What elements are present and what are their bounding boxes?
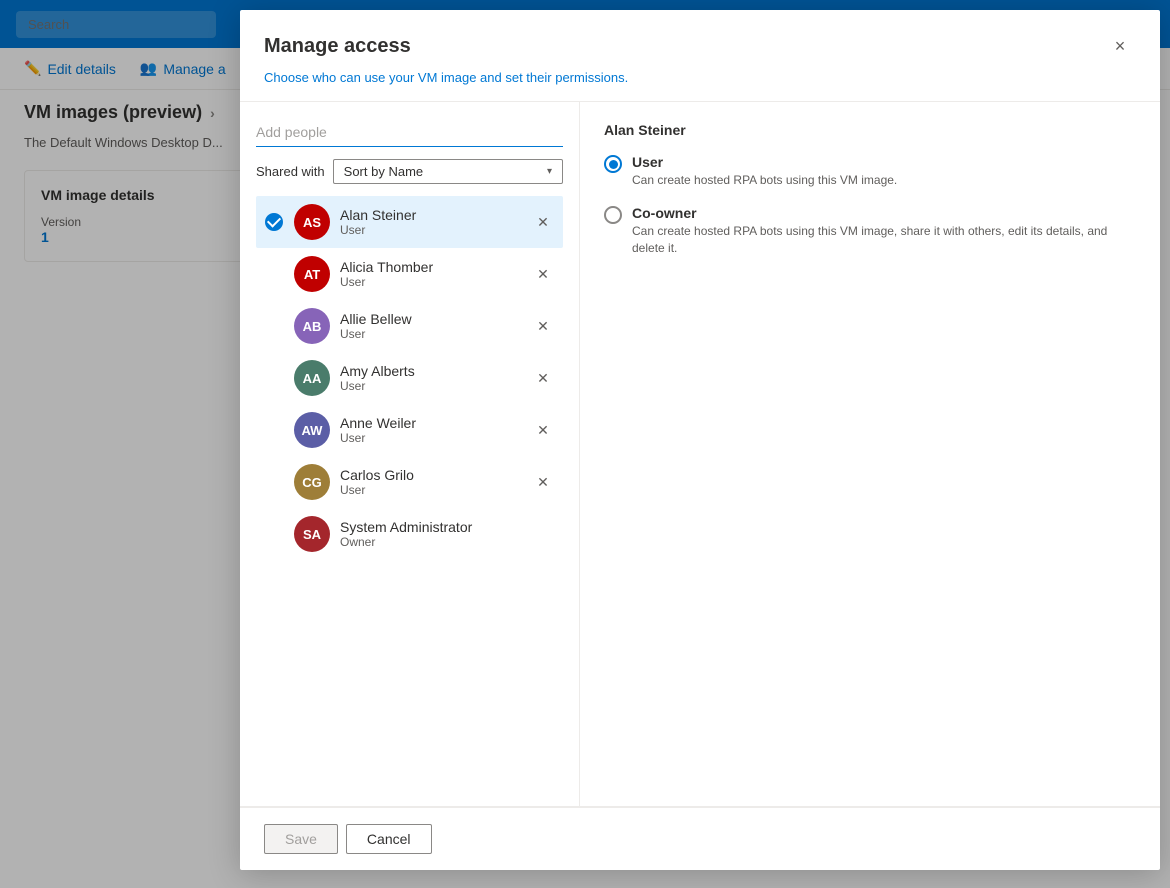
dialog-header: Manage access ×: [240, 10, 1160, 70]
person-role: User: [340, 275, 529, 289]
person-info: Alan SteinerUser: [340, 207, 529, 237]
permission-option[interactable]: Co-owner Can create hosted RPA bots using…: [604, 205, 1136, 257]
avatar: SA: [294, 516, 330, 552]
permission-description: Can create hosted RPA bots using this VM…: [632, 223, 1136, 257]
avatar: CG: [294, 464, 330, 500]
remove-person-button[interactable]: ✕: [529, 468, 557, 496]
person-item[interactable]: SA System AdministratorOwner: [256, 508, 563, 560]
person-info: Alicia ThomberUser: [340, 259, 529, 289]
chevron-down-icon: ▾: [547, 166, 552, 177]
dialog-body: Shared with Sort by Name ▾ AS Alan Steine…: [240, 102, 1160, 806]
selected-person-name: Alan Steiner: [604, 122, 1136, 138]
save-button: Save: [264, 824, 338, 854]
permission-label: User: [632, 154, 897, 170]
permission-label: Co-owner: [632, 205, 1136, 221]
person-item[interactable]: AT Alicia ThomberUser✕: [256, 248, 563, 300]
cancel-button[interactable]: Cancel: [346, 824, 432, 854]
remove-person-button[interactable]: ✕: [529, 208, 557, 236]
person-name: Alan Steiner: [340, 207, 529, 223]
dialog-footer: Save Cancel: [240, 807, 1160, 870]
right-panel: Alan Steiner User Can create hosted RPA b…: [580, 102, 1160, 806]
permission-text: User Can create hosted RPA bots using thi…: [632, 154, 897, 189]
remove-person-button[interactable]: ✕: [529, 260, 557, 288]
remove-person-button[interactable]: ✕: [529, 312, 557, 340]
check-area: [262, 213, 286, 231]
dialog-title: Manage access: [264, 35, 411, 58]
person-role: User: [340, 431, 529, 445]
shared-with-row: Shared with Sort by Name ▾: [256, 159, 563, 184]
person-item[interactable]: AW Anne WeilerUser✕: [256, 404, 563, 456]
person-item[interactable]: AA Amy AlbertsUser✕: [256, 352, 563, 404]
person-name: Amy Alberts: [340, 363, 529, 379]
radio-selected-icon[interactable]: [604, 155, 622, 173]
person-name: Anne Weiler: [340, 415, 529, 431]
manage-access-dialog: Manage access × Choose who can use your …: [240, 10, 1160, 870]
left-panel: Shared with Sort by Name ▾ AS Alan Steine…: [240, 102, 580, 806]
person-name: Carlos Grilo: [340, 467, 529, 483]
radio-unselected-icon[interactable]: [604, 206, 622, 224]
person-info: Allie BellewUser: [340, 311, 529, 341]
add-people-input[interactable]: [256, 118, 563, 147]
permission-description: Can create hosted RPA bots using this VM…: [632, 172, 897, 189]
person-name: Allie Bellew: [340, 311, 529, 327]
person-info: Anne WeilerUser: [340, 415, 529, 445]
avatar: AA: [294, 360, 330, 396]
close-button[interactable]: ×: [1104, 30, 1136, 62]
radio-inner: [609, 160, 618, 169]
person-info: Carlos GriloUser: [340, 467, 529, 497]
check-icon: [265, 213, 283, 231]
person-item[interactable]: AS Alan SteinerUser✕: [256, 196, 563, 248]
person-role: User: [340, 379, 529, 393]
avatar: AB: [294, 308, 330, 344]
people-list: ASAlan SteinerUser✕ATAlicia ThomberUser✕…: [256, 196, 563, 560]
permission-text: Co-owner Can create hosted RPA bots using…: [632, 205, 1136, 257]
avatar: AS: [294, 204, 330, 240]
remove-person-button[interactable]: ✕: [529, 364, 557, 392]
remove-person-button[interactable]: ✕: [529, 416, 557, 444]
person-name: Alicia Thomber: [340, 259, 529, 275]
person-role: Owner: [340, 535, 557, 549]
permission-option[interactable]: User Can create hosted RPA bots using thi…: [604, 154, 1136, 189]
person-info: Amy AlbertsUser: [340, 363, 529, 393]
person-role: User: [340, 327, 529, 341]
sort-dropdown[interactable]: Sort by Name ▾: [333, 159, 563, 184]
dialog-subtitle: Choose who can use your VM image and set…: [240, 70, 1160, 101]
person-item[interactable]: AB Allie BellewUser✕: [256, 300, 563, 352]
shared-with-label: Shared with: [256, 164, 325, 179]
person-item[interactable]: CG Carlos GriloUser✕: [256, 456, 563, 508]
avatar: AW: [294, 412, 330, 448]
sort-label: Sort by Name: [344, 164, 423, 179]
permissions-list: User Can create hosted RPA bots using thi…: [604, 154, 1136, 256]
person-role: User: [340, 483, 529, 497]
person-name: System Administrator: [340, 519, 557, 535]
person-info: System AdministratorOwner: [340, 519, 557, 549]
avatar: AT: [294, 256, 330, 292]
person-role: User: [340, 223, 529, 237]
